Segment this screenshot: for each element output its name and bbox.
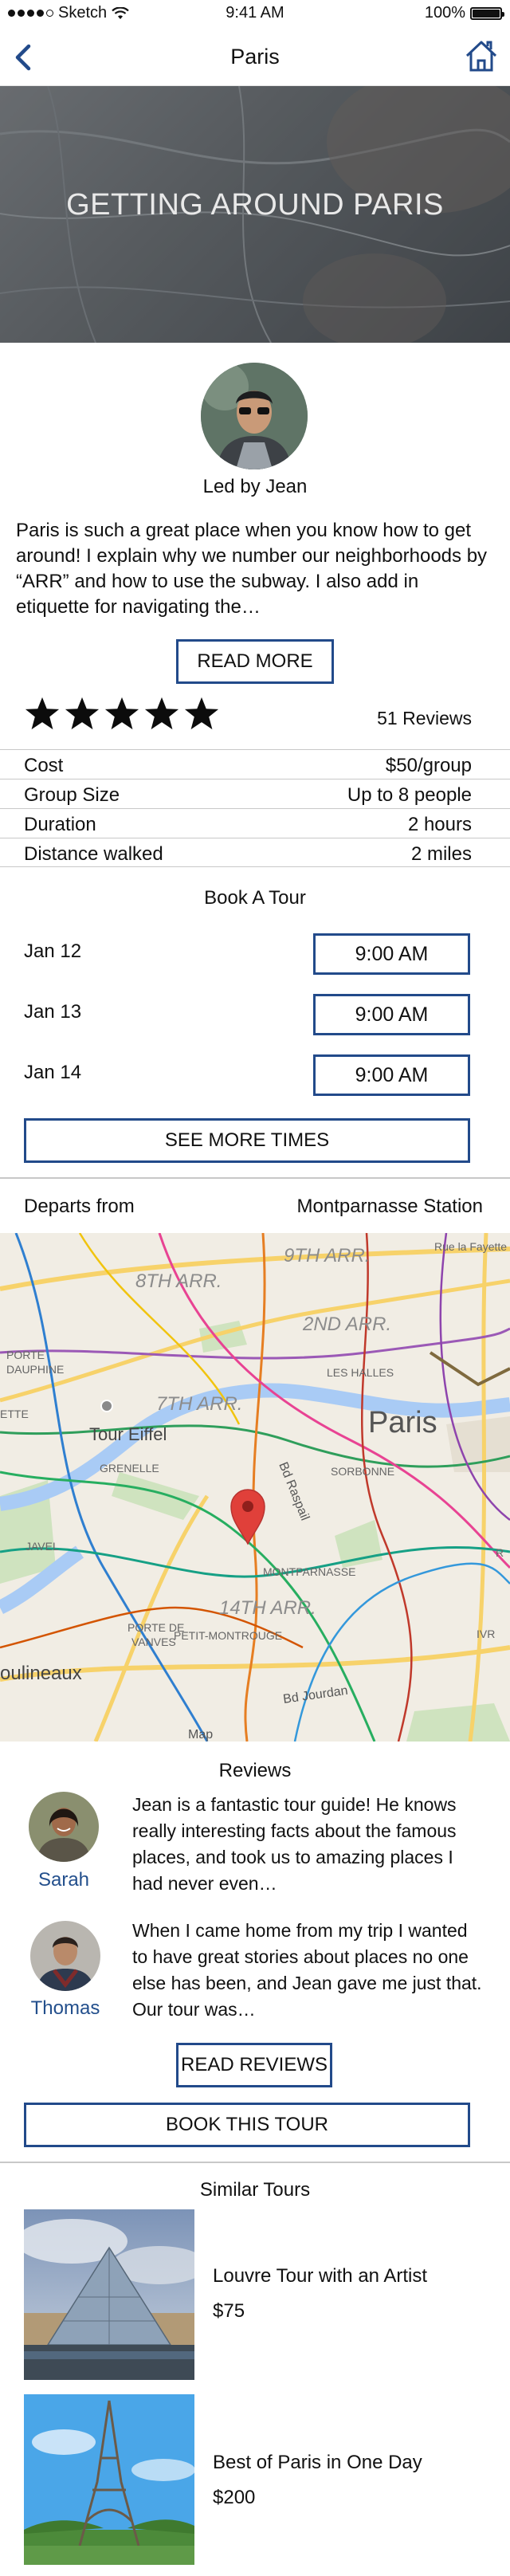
map-label: GRENELLE <box>100 1462 159 1475</box>
map-label: Rue la Fayette <box>434 1240 507 1253</box>
star-icon <box>65 697 100 730</box>
departs-value: Montparnasse Station <box>296 1196 483 1217</box>
map-label: 14TH ARR. <box>219 1597 316 1619</box>
map-label: 9TH ARR. <box>284 1245 370 1266</box>
map-label: Tour Eiffel <box>89 1424 167 1444</box>
star-icon <box>25 697 60 730</box>
reviewer-avatar[interactable] <box>30 1921 100 1991</box>
map-label: Map <box>188 1728 213 1742</box>
detail-key: Duration <box>24 814 96 835</box>
similar-tour-name[interactable]: Best of Paris in One Day <box>213 2452 422 2474</box>
tour-description: Paris is such a great place when you kno… <box>16 520 488 618</box>
reviews-heading: Reviews <box>218 1760 292 1781</box>
map-label: JAVEL <box>26 1540 59 1553</box>
eiffel-thumbnail[interactable] <box>24 2394 194 2565</box>
reviewer-name[interactable]: Sarah <box>16 1869 112 1891</box>
landmark-icon <box>100 1400 113 1412</box>
detail-row: Group Size Up to 8 people <box>0 779 510 808</box>
map-graphic: 9TH ARR. 8TH ARR. 2ND ARR. 7TH ARR. 14TH… <box>0 1233 510 1742</box>
guide-name: Led by Jean <box>202 476 308 497</box>
detail-value: 2 hours <box>407 814 472 835</box>
time-slot-button[interactable]: 9:00 AM <box>313 933 470 975</box>
detail-value: Up to 8 people <box>347 784 472 806</box>
tour-details: Cost $50/group Group Size Up to 8 people… <box>0 749 510 867</box>
map-label: MONTPARNASSE <box>263 1565 355 1578</box>
map-label: 8TH ARR. <box>135 1270 222 1292</box>
book-tour-heading: Book A Tour <box>204 887 306 909</box>
review-text: When I came home from my trip I wanted t… <box>132 1920 482 2020</box>
map-label: oulineaux <box>0 1663 82 1684</box>
see-more-times-button[interactable]: SEE MORE TIMES <box>24 1118 470 1163</box>
read-more-button[interactable]: READ MORE <box>176 639 334 684</box>
slot-date: Jan 13 <box>24 1001 82 1023</box>
map-label: LES HALLES <box>327 1366 394 1379</box>
star-icon <box>184 697 219 730</box>
hero-heading: GETTING AROUND PARIS <box>66 188 444 222</box>
map-label: 2ND ARR. <box>302 1314 391 1335</box>
louvre-thumbnail[interactable] <box>24 2209 194 2380</box>
divider <box>0 2162 510 2163</box>
navigation-bar: Paris <box>0 29 510 86</box>
detail-key: Distance walked <box>24 843 163 865</box>
map-label: ETTE <box>0 1408 29 1420</box>
detail-key: Group Size <box>24 784 120 806</box>
map-label: PORTE DE <box>128 1621 184 1634</box>
battery-indicator: 100% <box>424 4 504 22</box>
reviewer-name[interactable]: Thomas <box>18 1997 113 2020</box>
detail-value: 2 miles <box>410 843 472 865</box>
similar-tour-name[interactable]: Louvre Tour with an Artist <box>213 2265 427 2287</box>
map-label: Paris <box>368 1406 437 1439</box>
similar-tour-price: $75 <box>213 2300 245 2322</box>
detail-key: Cost <box>24 755 64 776</box>
divider <box>0 1177 510 1179</box>
map-label: SORBONNE <box>331 1465 394 1478</box>
reviewer-avatar[interactable] <box>29 1792 99 1862</box>
star-icon <box>104 697 139 730</box>
star-rating <box>24 695 220 732</box>
status-bar: Sketch 9:41 AM 100% <box>0 0 510 29</box>
detail-row: Duration 2 hours <box>0 808 510 838</box>
map-label: VANVES <box>131 1636 176 1648</box>
similar-tours-heading: Similar Tours <box>199 2179 311 2201</box>
star-icon <box>144 697 179 730</box>
read-reviews-button[interactable]: READ REVIEWS <box>176 2043 332 2087</box>
map-label: R <box>496 1546 504 1559</box>
review-text: Jean is a fantastic tour guide! He knows… <box>132 1794 457 1894</box>
reviews-count[interactable]: 51 Reviews <box>377 708 472 729</box>
battery-icon <box>470 6 504 20</box>
page-title: Paris <box>230 45 280 69</box>
departure-map[interactable]: 9TH ARR. 8TH ARR. 2ND ARR. 7TH ARR. 14TH… <box>0 1233 510 1742</box>
similar-tour-price: $200 <box>213 2487 256 2508</box>
map-label: PORTE <box>6 1349 45 1361</box>
map-label: PETIT-MONTROUGE <box>174 1629 282 1642</box>
departs-label: Departs from <box>24 1196 135 1217</box>
map-label: IVR <box>477 1628 495 1640</box>
map-label: DAUPHINE <box>6 1363 64 1376</box>
map-label: 7TH ARR. <box>156 1393 242 1415</box>
detail-row: Distance walked 2 miles <box>0 838 510 867</box>
battery-percent: 100% <box>424 4 465 22</box>
slot-date: Jan 14 <box>24 1062 82 1083</box>
home-icon[interactable] <box>464 38 499 73</box>
book-this-tour-button[interactable]: BOOK THIS TOUR <box>24 2103 470 2147</box>
detail-row: Cost $50/group <box>0 749 510 779</box>
time-slot-button[interactable]: 9:00 AM <box>313 994 470 1035</box>
hero-banner: GETTING AROUND PARIS <box>0 86 510 343</box>
guide-avatar[interactable] <box>201 363 308 469</box>
slot-date: Jan 12 <box>24 940 82 962</box>
detail-value: $50/group <box>385 755 472 776</box>
time-slot-button[interactable]: 9:00 AM <box>313 1054 470 1096</box>
